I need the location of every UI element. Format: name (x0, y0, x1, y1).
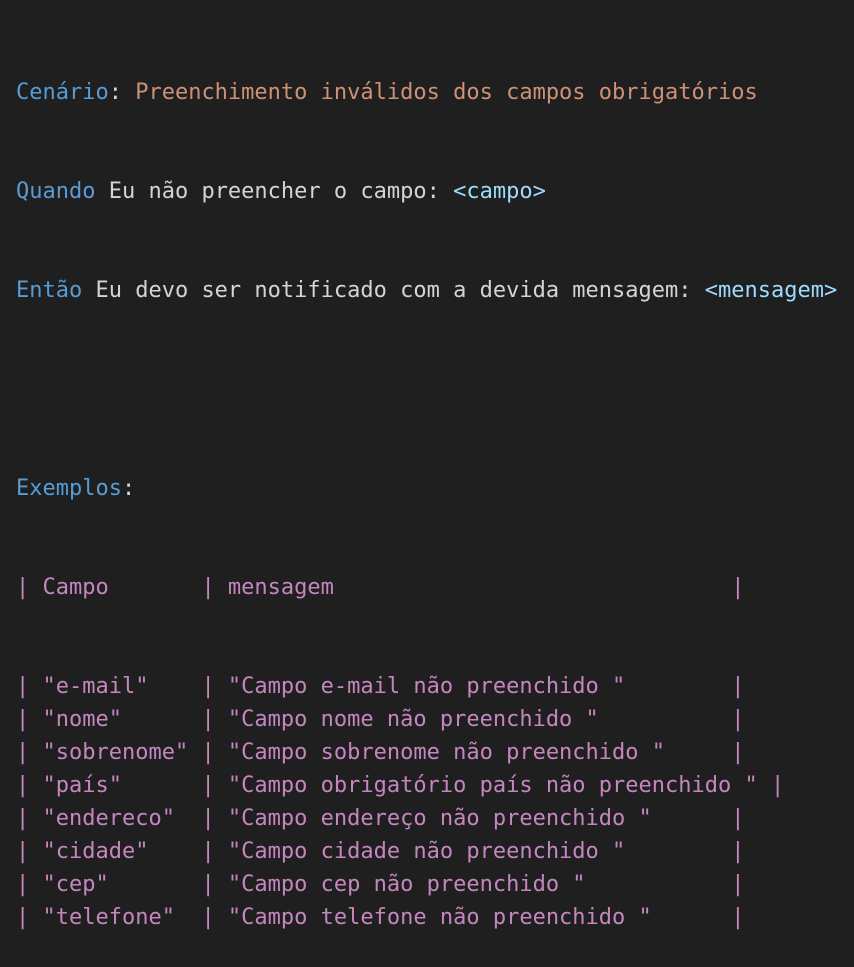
table-row: | "país" | "Campo obrigatório país não p… (16, 769, 854, 802)
row-cell-campo: "telefone" (29, 905, 202, 930)
table-header-row: | Campo | mensagem | (16, 571, 854, 604)
row-cell-mensagem: "Campo cidade não preenchido " (214, 839, 732, 864)
table-pipe: | (16, 905, 30, 930)
row-cell-campo: "sobrenome" (29, 740, 202, 765)
table-pipe: | (201, 674, 215, 699)
table-pipe: | (731, 872, 745, 897)
table-pipe: | (201, 575, 215, 600)
table-pipe: | (16, 707, 30, 732)
scenario-colon: : (108, 80, 122, 105)
then-line: Então Eu devo ser notificado com a devid… (16, 274, 854, 307)
table-row: | "telefone" | "Campo telefone não preen… (16, 901, 854, 934)
table-pipe: | (731, 575, 745, 600)
examples-keyword: Exemplos (16, 476, 122, 501)
table-pipe: | (201, 872, 215, 897)
table-pipe: | (731, 707, 745, 732)
table-pipe: | (16, 740, 30, 765)
when-text: Eu não preencher o campo: (95, 179, 454, 204)
table-row: | "e-mail" | "Campo e-mail não preenchid… (16, 670, 854, 703)
scenario-line: Cenário: Preenchimento inválidos dos cam… (16, 76, 854, 109)
table-row: | "nome" | "Campo nome não preenchido " … (16, 703, 854, 736)
code-editor[interactable]: Cenário: Preenchimento inválidos dos cam… (0, 0, 854, 930)
row-cell-campo: "nome" (29, 707, 202, 732)
scenario-title: Preenchimento inválidos dos campos obrig… (121, 80, 758, 105)
examples-colon: : (121, 476, 136, 501)
scenario-keyword: Cenário (16, 80, 109, 105)
table-pipe: | (16, 773, 30, 798)
table-pipe: | (731, 806, 745, 831)
table-pipe: | (731, 740, 745, 765)
table-pipe: | (731, 674, 745, 699)
table-pipe: | (770, 773, 785, 798)
when-placeholder: <campo> (453, 179, 546, 204)
row-cell-mensagem: "Campo nome não preenchido " (214, 707, 732, 732)
row-cell-campo: "e-mail" (29, 674, 202, 699)
table-row: | "cidade" | "Campo cidade não preenchid… (16, 835, 854, 868)
header-cell-mensagem: mensagem (214, 575, 732, 600)
row-cell-campo: "cidade" (29, 839, 202, 864)
row-cell-campo: "país" (29, 773, 202, 798)
table-pipe: | (16, 806, 30, 831)
table-pipe: | (201, 905, 215, 930)
row-cell-mensagem: "Campo cep não preenchido " (214, 872, 732, 897)
then-keyword: Então (16, 278, 83, 303)
then-placeholder: <mensagem> (704, 278, 838, 303)
table-pipe: | (16, 839, 30, 864)
table-pipe: | (201, 839, 215, 864)
row-cell-mensagem: "Campo obrigatório país não preenchido " (214, 773, 771, 798)
table-pipe: | (731, 839, 745, 864)
table-pipe: | (16, 674, 30, 699)
examples-line: Exemplos: (16, 472, 854, 505)
table-pipe: | (201, 806, 215, 831)
table-pipe: | (201, 740, 215, 765)
row-cell-mensagem: "Campo endereço não preenchido " (214, 806, 732, 831)
row-cell-campo: "cep" (29, 872, 202, 897)
when-keyword: Quando (16, 179, 96, 204)
row-cell-mensagem: "Campo telefone não preenchido " (214, 905, 732, 930)
table-row: | "sobrenome" | "Campo sobrenome não pre… (16, 736, 854, 769)
row-cell-mensagem: "Campo sobrenome não preenchido " (214, 740, 732, 765)
table-row: | "cep" | "Campo cep não preenchido " | (16, 868, 854, 901)
table-pipe: | (201, 707, 215, 732)
row-cell-mensagem: "Campo e-mail não preenchido " (214, 674, 732, 699)
row-cell-campo: "endereco" (29, 806, 202, 831)
table-pipe: | (731, 905, 745, 930)
table-pipe: | (16, 872, 30, 897)
header-cell-campo: Campo (29, 575, 202, 600)
table-row: | "endereco" | "Campo endereço não preen… (16, 802, 854, 835)
then-text: Eu devo ser notificado com a devida mens… (82, 278, 705, 303)
when-line: Quando Eu não preencher o campo: <campo> (16, 175, 854, 208)
table-pipe: | (16, 575, 30, 600)
table-body: | "e-mail" | "Campo e-mail não preenchid… (16, 670, 854, 934)
table-pipe: | (201, 773, 215, 798)
